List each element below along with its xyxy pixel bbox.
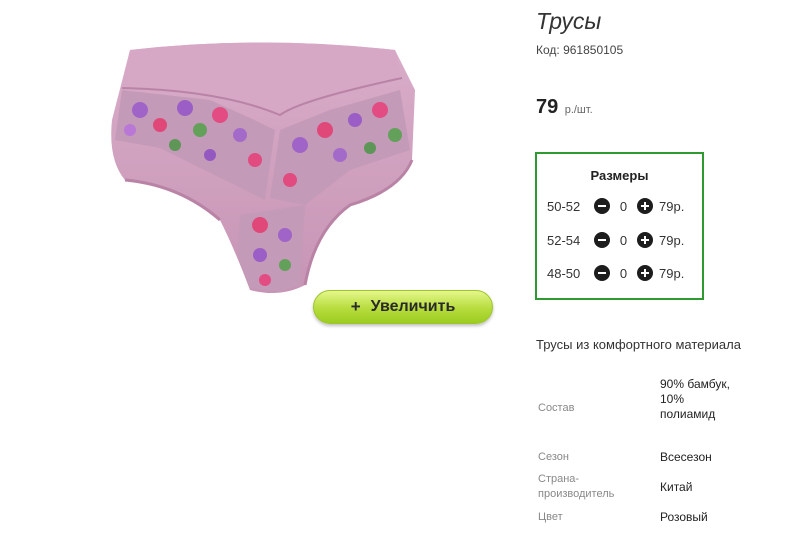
plus-icon[interactable] xyxy=(637,265,653,281)
plus-icon[interactable] xyxy=(637,198,653,214)
size-price: 79р. xyxy=(659,232,685,248)
spec-value: Всесезон xyxy=(660,450,712,464)
spec-value: Розовый xyxy=(660,510,708,524)
spec-label: Цвет xyxy=(538,511,563,523)
size-price: 79р. xyxy=(659,198,685,214)
minus-icon[interactable] xyxy=(594,198,610,214)
size-price: 79р. xyxy=(659,265,685,281)
spec-value: 90% бамбук, 10% полиамид xyxy=(660,377,730,421)
spec-label: Состав xyxy=(538,402,575,414)
size-label: 48-50 xyxy=(547,265,581,281)
sizes-panel: Размеры 50-52 0 79р. 52-54 0 79р. 48-50 … xyxy=(535,152,704,300)
product-code: Код: 961850105 xyxy=(536,43,624,57)
spec-label: Страна-производитель xyxy=(538,473,615,500)
product-price: 79 р./шт. xyxy=(536,96,593,119)
plus-icon: + xyxy=(350,297,361,316)
sizes-title: Размеры xyxy=(590,168,649,183)
size-row: 48-50 0 79р. xyxy=(547,263,684,283)
size-row: 50-52 0 79р. xyxy=(547,196,684,216)
price-unit: р./шт. xyxy=(564,104,593,116)
price-value: 79 xyxy=(536,96,559,118)
zoom-button[interactable]: + Увеличить xyxy=(313,290,493,324)
quantity-value[interactable]: 0 xyxy=(610,233,637,248)
product-image[interactable] xyxy=(100,30,430,300)
minus-icon[interactable] xyxy=(594,232,610,248)
product-title: Трусы xyxy=(536,8,602,34)
size-label: 52-54 xyxy=(547,232,581,248)
size-label: 50-52 xyxy=(547,198,581,214)
spec-value: Китай xyxy=(660,480,693,494)
size-row: 52-54 0 79р. xyxy=(547,230,684,250)
minus-icon[interactable] xyxy=(594,265,610,281)
product-description: Трусы из комфортного материала xyxy=(536,337,741,352)
zoom-button-label: Увеличить xyxy=(370,298,456,315)
quantity-value[interactable]: 0 xyxy=(610,266,637,281)
plus-icon[interactable] xyxy=(637,232,653,248)
panties-illustration xyxy=(111,42,415,294)
quantity-value[interactable]: 0 xyxy=(610,199,637,214)
spec-label: Сезон xyxy=(538,451,569,463)
